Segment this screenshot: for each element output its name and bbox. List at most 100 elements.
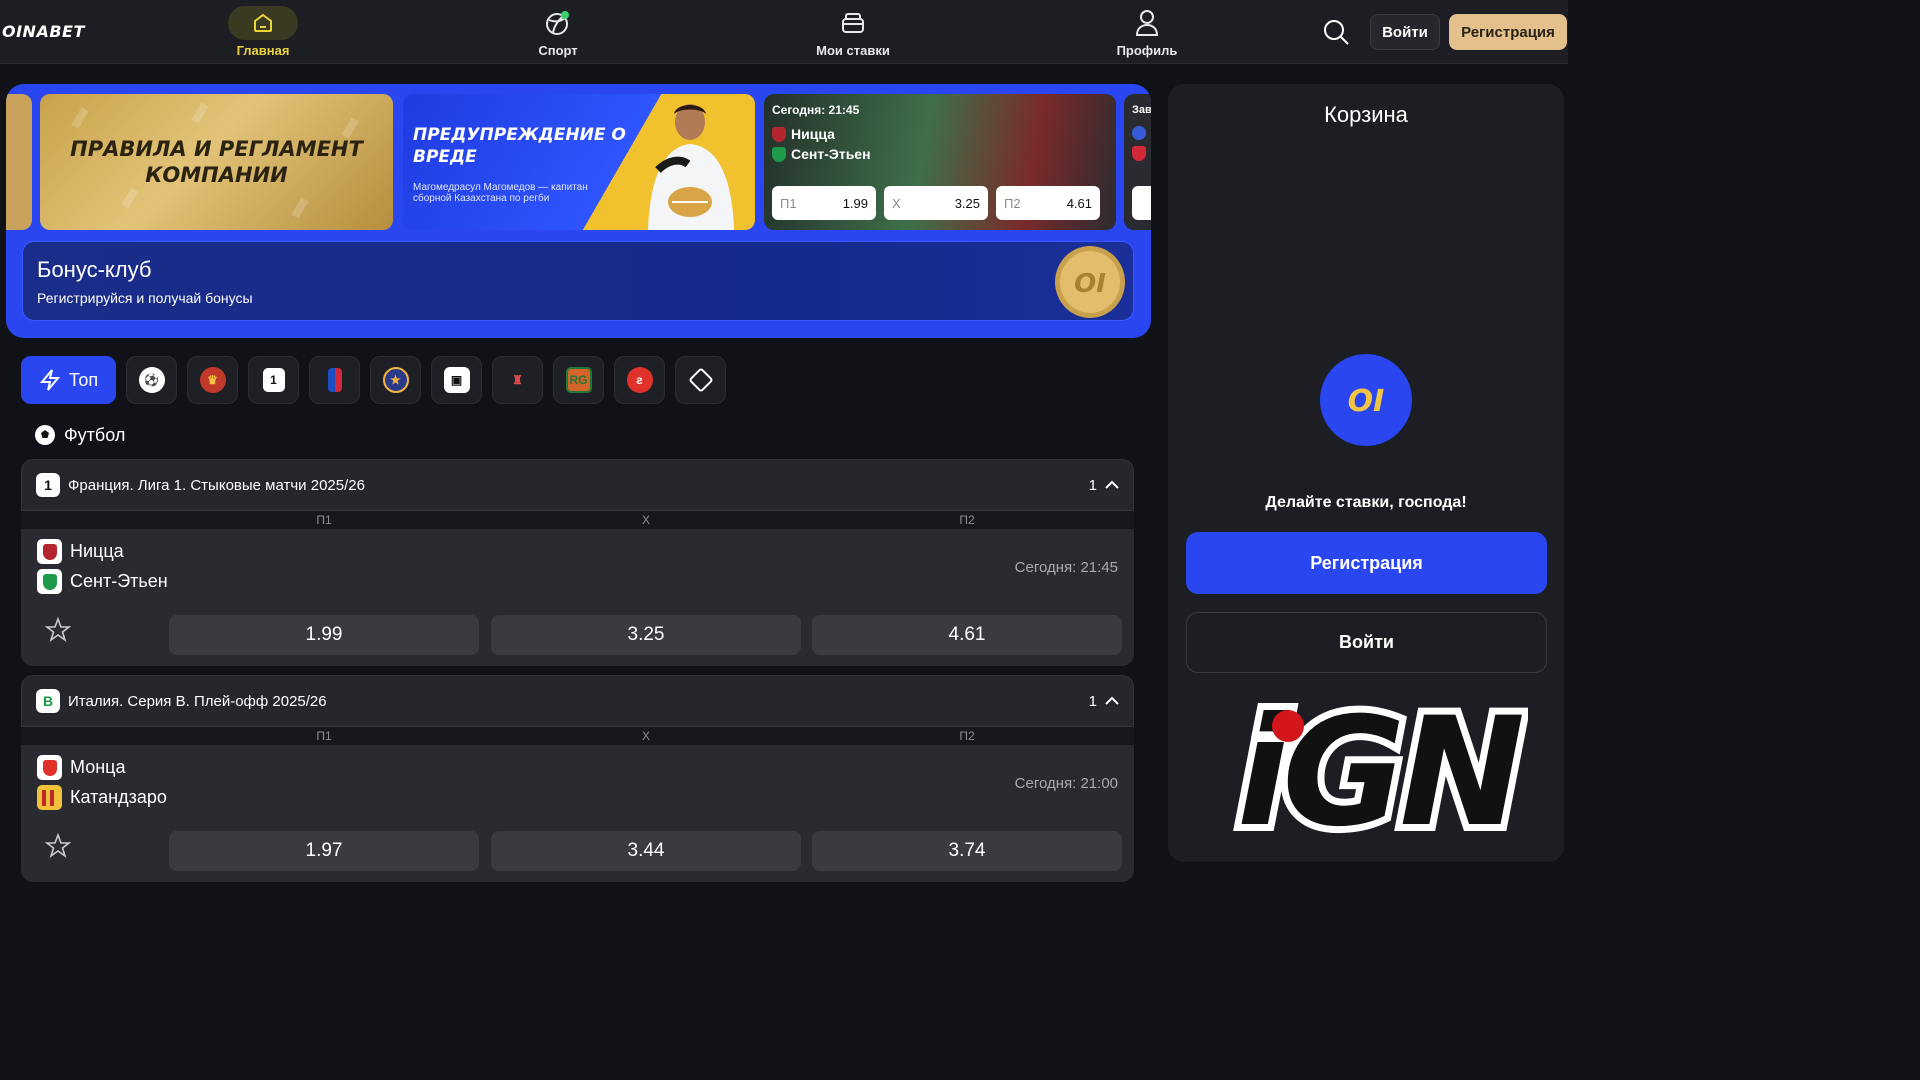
odds-column-headers: П1 Х П2 — [21, 727, 1134, 745]
saint-etienne-crest-icon — [37, 569, 62, 594]
league-name: Италия. Серия B. Плей-офф 2025/26 — [68, 692, 327, 710]
featured-odd-away[interactable]: П2 4.61 — [996, 186, 1100, 220]
gold-coin-icon: OI — [1055, 246, 1125, 318]
rules-banner[interactable]: ПРАВИЛА И РЕГЛАМЕНТ КОМПАНИИ — [40, 94, 393, 230]
nav-label-profile: Профиль — [1116, 43, 1178, 58]
nav-item-home[interactable]: Главная — [208, 0, 318, 64]
nav-item-profile[interactable]: Профиль — [1092, 0, 1202, 64]
odd-button-draw[interactable]: 3.44 — [491, 831, 801, 871]
league-match-count: 1 — [1088, 476, 1097, 494]
featured-odd-home[interactable]: П1 1.99 — [772, 186, 876, 220]
knife-icon: ♜ — [512, 373, 523, 387]
filter-nba[interactable] — [309, 356, 360, 404]
filter-ufc[interactable] — [675, 356, 726, 404]
bet-slip-login-button[interactable]: Войти — [1186, 612, 1547, 673]
match-time: Сегодня: 21:45 — [1014, 559, 1118, 576]
nav-item-sport[interactable]: Спорт — [503, 0, 613, 64]
bonus-club-subtitle: Регистрируйся и получай бонусы — [37, 290, 253, 306]
filter-euroleague[interactable]: ★ — [370, 356, 421, 404]
nav-label-sport: Спорт — [538, 43, 578, 58]
featured-home-team: Ницца — [772, 126, 835, 142]
featured-match-card[interactable]: Сегодня: 21:45 Ницца Сент-Этьен П1 1.99 … — [764, 94, 1116, 230]
chevron-up-icon[interactable] — [1105, 696, 1119, 706]
odd-value: 3.25 — [954, 195, 980, 211]
league-block: 1 Франция. Лига 1. Стыковые матчи 2025/2… — [21, 459, 1134, 666]
league-block: B Италия. Серия B. Плей-офф 2025/26 1 П1… — [21, 675, 1134, 882]
chevron-up-icon[interactable] — [1105, 480, 1119, 490]
euroleague-icon: ★ — [382, 367, 409, 393]
sport-filter-bar: Топ ⚽ ♛ 1 ★ ▣ ♜ RG ƨ — [21, 356, 726, 404]
bet-slip-register-button[interactable]: Регистрация — [1186, 532, 1547, 594]
nhl-icon: ▣ — [443, 367, 470, 393]
filter-tennis[interactable]: ƨ — [614, 356, 665, 404]
odd-label: П2 — [1004, 195, 1021, 211]
col-head-home: П1 — [316, 513, 332, 527]
filter-ligue1[interactable]: 1 — [248, 356, 299, 404]
filter-top-button[interactable]: Топ — [21, 356, 116, 404]
saint-etienne-crest-icon — [772, 146, 786, 162]
monza-crest-icon — [37, 755, 62, 780]
soccer-ball-icon — [35, 425, 55, 445]
wimbledon-icon: ƨ — [626, 367, 653, 393]
filter-roland-garros[interactable]: RG — [553, 356, 604, 404]
trophy-icon: ♛ — [199, 367, 226, 393]
bet-slip-title: Корзина — [1324, 102, 1408, 127]
filter-nhl[interactable]: ▣ — [431, 356, 482, 404]
rules-banner-text: ПРАВИЛА И РЕГЛАМЕНТ КОМПАНИИ — [70, 137, 363, 187]
featured-home-name: Ницца — [791, 126, 835, 142]
home-team: Монца — [37, 755, 125, 780]
brand-logo[interactable]: OINABET — [2, 22, 85, 41]
featured-odd-draw[interactable]: Х 3.25 — [884, 186, 988, 220]
league-header[interactable]: 1 Франция. Лига 1. Стыковые матчи 2025/2… — [21, 459, 1134, 511]
bets-icon — [818, 6, 888, 40]
search-icon[interactable] — [1322, 18, 1352, 48]
featured-odds-row: П1 1.99 Х 3.25 П2 4.61 — [772, 186, 1100, 220]
svg-text:OI: OI — [1074, 269, 1106, 299]
odd-value: 1.99 — [842, 195, 868, 211]
match-row[interactable]: Ницца Сент-Этьен Сегодня: 21:45 1.99 3.2… — [21, 529, 1134, 666]
odds-column-headers: П1 Х П2 — [21, 511, 1134, 529]
filter-top-label: Топ — [68, 369, 99, 390]
filter-cup[interactable]: ♛ — [187, 356, 238, 404]
svg-text:iGN: iGN — [1237, 688, 1523, 848]
odd-button-away[interactable]: 4.61 — [812, 615, 1122, 655]
featured-away-name: Сент-Этьен — [791, 146, 871, 162]
favorite-star-icon[interactable] — [45, 833, 71, 859]
peek-odd-button[interactable] — [1132, 186, 1151, 220]
register-button[interactable]: Регистрация — [1449, 14, 1567, 50]
filter-tournament[interactable]: ♜ — [492, 356, 543, 404]
bonus-club-banner[interactable]: Бонус-клуб Регистрируйся и получай бонус… — [22, 241, 1134, 321]
odd-button-away[interactable]: 3.74 — [812, 831, 1122, 871]
oinabet-logo-icon: OI — [1320, 354, 1412, 446]
odd-button-home[interactable]: 1.99 — [169, 615, 479, 655]
away-team: Сент-Этьен — [37, 569, 168, 594]
bonus-club-title: Бонус-клуб — [37, 257, 152, 282]
nice-crest-icon — [37, 539, 62, 564]
section-football-title: Футбол — [34, 424, 125, 446]
odd-button-home[interactable]: 1.97 — [169, 831, 479, 871]
arsenal-crest-icon — [1132, 146, 1146, 161]
rugby-player-image — [648, 104, 734, 230]
home-team-name: Монца — [70, 757, 126, 777]
favorite-star-icon[interactable] — [45, 617, 71, 643]
match-row[interactable]: Монца Катандзаро Сегодня: 21:00 1.97 3.4… — [21, 745, 1134, 882]
league-match-count: 1 — [1088, 692, 1097, 710]
league-header[interactable]: B Италия. Серия B. Плей-офф 2025/26 1 — [21, 675, 1134, 727]
col-head-draw: Х — [641, 513, 650, 527]
previous-slide-peek[interactable] — [6, 94, 32, 230]
ligue1-icon: 1 — [36, 473, 60, 497]
col-head-home: П1 — [316, 729, 332, 743]
warning-banner-title: ПРЕДУПРЕЖДЕНИЕ О ВРЕДЕ — [413, 125, 626, 167]
login-button[interactable]: Войти — [1370, 14, 1440, 50]
home-icon — [228, 6, 298, 40]
harm-warning-banner[interactable]: ПРЕДУПРЕЖДЕНИЕ О ВРЕДЕ Магомедрасул Маго… — [403, 94, 755, 230]
filter-champions-league[interactable]: ⚽ — [126, 356, 177, 404]
psg-crest-icon — [1132, 126, 1146, 140]
nav-label-home: Главная — [236, 43, 290, 58]
featured-match-time: Сегодня: 21:45 — [772, 103, 860, 117]
col-head-away: П2 — [959, 729, 975, 743]
odd-button-draw[interactable]: 3.25 — [491, 615, 801, 655]
next-match-card-peek[interactable]: Зав — [1124, 94, 1151, 230]
nav-item-my-bets[interactable]: Мои ставки — [798, 0, 908, 64]
svg-text:OI: OI — [1348, 385, 1385, 415]
